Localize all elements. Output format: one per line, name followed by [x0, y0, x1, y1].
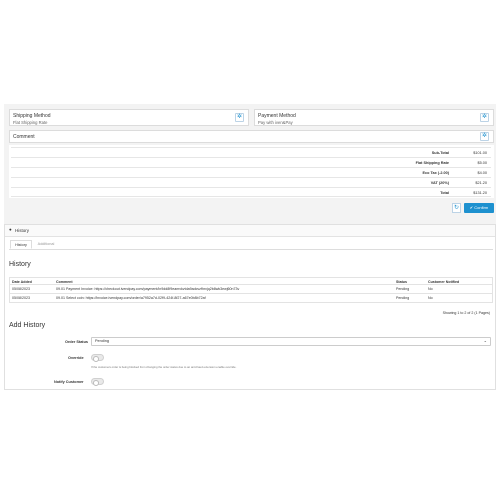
- payment-method-value: Pay with iven&Pay: [258, 120, 293, 125]
- history-panel: ● History History Additional History Dat…: [4, 224, 496, 390]
- confirm-label: Confirm: [474, 205, 489, 210]
- table-cell: 09.01 Payment Invoice: https://checkout.…: [56, 287, 240, 291]
- shipping-edit-button[interactable]: ✲: [235, 113, 244, 122]
- table-cell: Pending: [396, 296, 410, 300]
- notify-customer-label: Notify Customer: [54, 380, 84, 384]
- check-icon: ✔: [469, 205, 474, 210]
- table-cell: No: [428, 287, 433, 291]
- order-page: Shipping Method Flat Shipping Rate ✲ Pay…: [4, 104, 496, 390]
- comment-box: Comment: [9, 130, 494, 143]
- gear-icon: ✲: [481, 133, 488, 139]
- totals-label: Total: [440, 191, 449, 195]
- comment-edit-button[interactable]: ✲: [480, 132, 489, 141]
- override-help: If the customers order is being blocked …: [91, 365, 237, 369]
- totals-label: Eco Tax (-2.00): [422, 171, 449, 175]
- pagination-text: Showing 1 to 2 of 2 (1 Pages): [442, 311, 490, 315]
- totals-row: VAT (20%) $21.20: [11, 177, 491, 187]
- shipping-method-box: Shipping Method Flat Shipping Rate: [9, 109, 249, 126]
- order-status-value: Pending: [95, 339, 109, 343]
- totals-label: Flat Shipping Rate: [415, 161, 449, 165]
- table-cell: No: [428, 296, 433, 300]
- totals-value: $101.00: [473, 151, 487, 155]
- order-status-label: Order Status: [65, 340, 88, 344]
- override-toggle[interactable]: [91, 354, 104, 362]
- totals-label: Sub-Total: [431, 151, 449, 155]
- table-cell: 09.01 Select coin: https://invoice.ivend…: [56, 296, 206, 300]
- payment-edit-button[interactable]: ✲: [480, 113, 489, 122]
- totals-row: Flat Shipping Rate $5.00: [11, 157, 491, 167]
- totals-value: $4.00: [477, 171, 487, 175]
- totals-value: $131.20: [473, 191, 487, 195]
- history-table-header: Date Added Comment Status Customer Notif…: [9, 277, 493, 285]
- table-row: 05/08/2023 09.01 Payment Invoice: https:…: [9, 285, 493, 294]
- refresh-button[interactable]: ↻: [452, 203, 461, 213]
- payment-method-label: Payment Method: [258, 113, 296, 119]
- totals-row: Eco Tax (-2.00) $4.00: [11, 167, 491, 177]
- shipping-method-label: Shipping Method: [13, 113, 51, 119]
- order-status-select[interactable]: Pending ⌄: [91, 337, 491, 346]
- table-cell: 05/08/2023: [12, 296, 30, 300]
- table-cell: Pending: [396, 287, 410, 291]
- history-title: History: [9, 261, 31, 268]
- tab-additional-label: Additional: [37, 242, 55, 246]
- tab-history[interactable]: History: [10, 240, 32, 249]
- tab-additional[interactable]: Additional: [35, 240, 57, 249]
- table-cell: 05/08/2023: [12, 287, 30, 291]
- history-panel-title: History: [15, 228, 30, 233]
- override-label: Override: [68, 356, 84, 360]
- comment-label: Comment: [13, 134, 35, 140]
- gear-icon: ✲: [481, 114, 488, 120]
- history-panel-header: ● History: [5, 225, 495, 237]
- totals-value: $5.00: [477, 161, 487, 165]
- totals-row: Total $131.20: [11, 187, 491, 197]
- gear-icon: ✲: [236, 114, 243, 120]
- confirm-button[interactable]: ✔ Confirm: [464, 203, 494, 213]
- history-tabs: History Additional: [9, 240, 493, 250]
- payment-method-box: Payment Method Pay with iven&Pay: [254, 109, 494, 126]
- add-history-title: Add History: [9, 322, 46, 329]
- totals-table: Sub-Total $101.00 Flat Shipping Rate $5.…: [9, 145, 494, 198]
- totals-value: $21.20: [475, 181, 487, 185]
- totals-row: Sub-Total $101.00: [11, 147, 491, 157]
- totals-label: VAT (20%): [430, 181, 449, 185]
- table-row: 05/08/2023 09.01 Select coin: https://in…: [9, 294, 493, 303]
- notify-customer-toggle[interactable]: [91, 378, 104, 386]
- tab-history-label: History: [15, 243, 27, 247]
- refresh-icon: ↻: [453, 205, 460, 211]
- shipping-method-value: Flat Shipping Rate: [13, 120, 48, 125]
- comment-icon: ●: [9, 227, 12, 232]
- chevron-down-icon: ⌄: [483, 338, 487, 343]
